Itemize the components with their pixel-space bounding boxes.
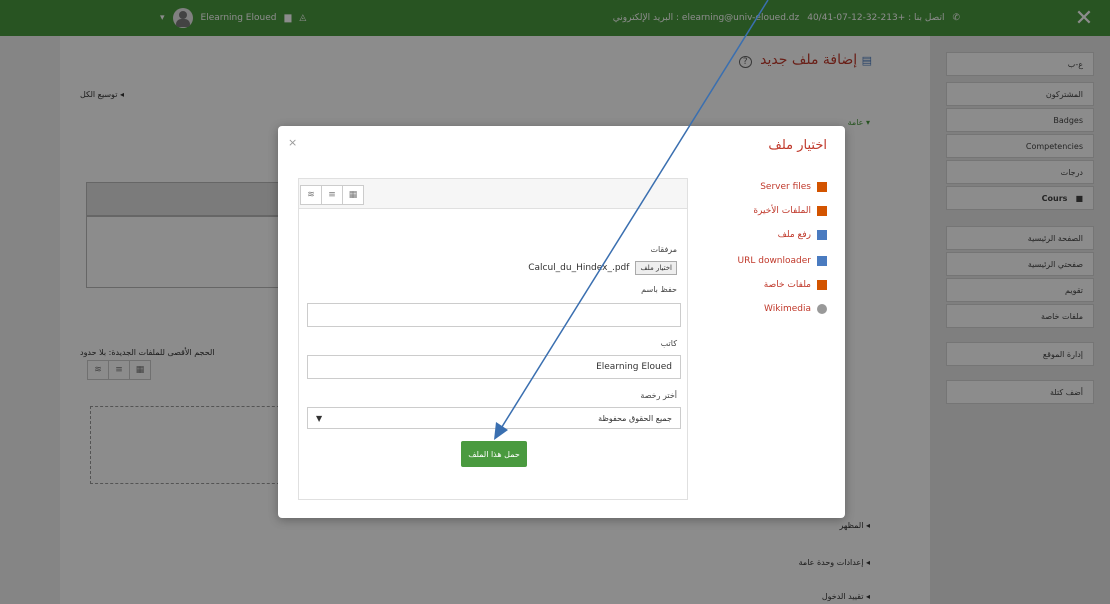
annotation-arrow <box>494 0 769 440</box>
